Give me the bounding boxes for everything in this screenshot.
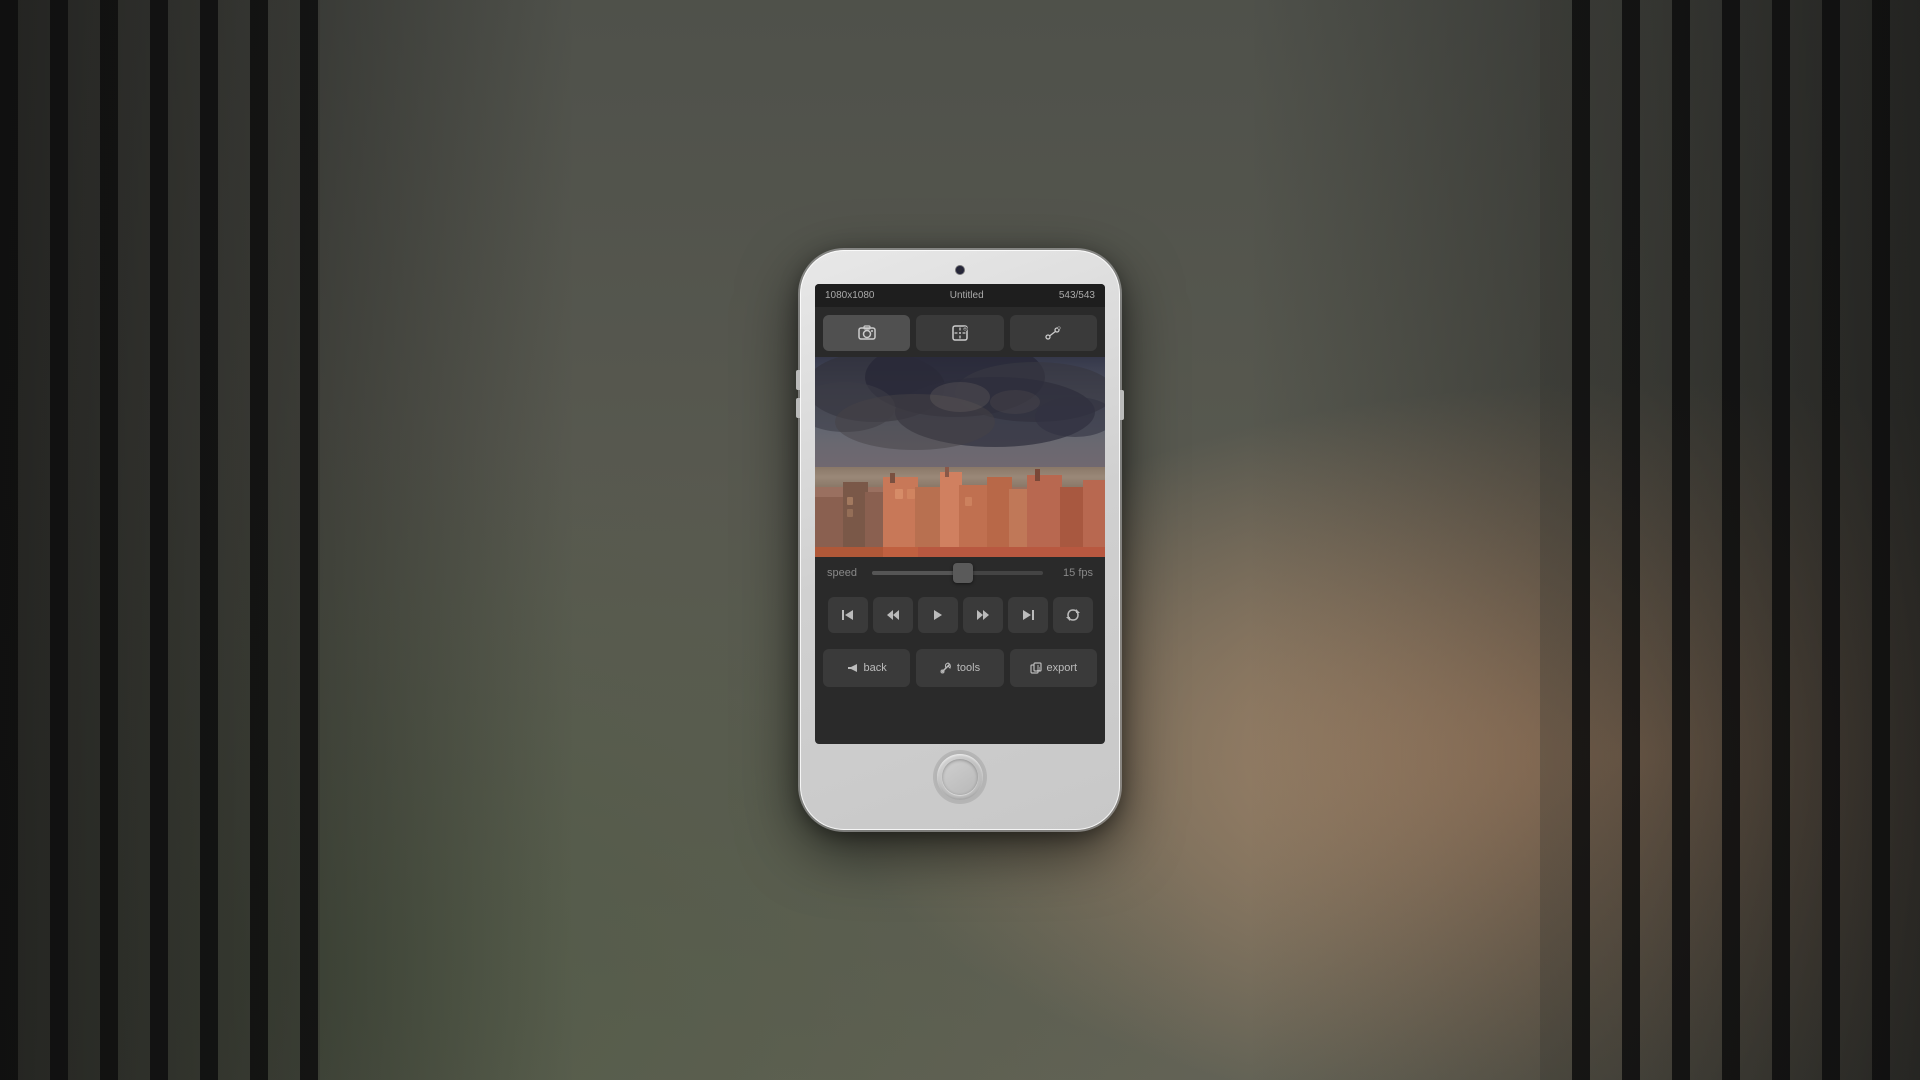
export-button[interactable]: export [1010, 649, 1097, 687]
home-button-inner [942, 759, 978, 795]
volume-up-button [796, 370, 800, 390]
volume-down-button [796, 398, 800, 418]
frame-counter: 543/543 [1059, 290, 1095, 301]
back-button[interactable]: back [823, 649, 910, 687]
tab-frames[interactable] [916, 315, 1003, 351]
power-button [1120, 390, 1124, 420]
phone-screen: 1080x1080 Untitled 543/543 [815, 284, 1105, 744]
skip-back-button[interactable] [828, 597, 868, 633]
tools-button[interactable]: tools [916, 649, 1003, 687]
speed-row: speed 15 fps [815, 557, 1105, 589]
speed-track[interactable] [872, 571, 1043, 575]
rewind-button[interactable] [873, 597, 913, 633]
back-icon [847, 662, 859, 674]
play-button[interactable] [918, 597, 958, 633]
tab-camera[interactable] [823, 315, 910, 351]
fast-forward-button[interactable] [963, 597, 1003, 633]
project-title: Untitled [950, 290, 984, 301]
phone-wrapper: 1080x1080 Untitled 543/543 [800, 250, 1120, 830]
tab-path[interactable] [1010, 315, 1097, 351]
screen-topbar: 1080x1080 Untitled 543/543 [815, 284, 1105, 307]
export-icon [1030, 662, 1042, 674]
loop-button[interactable] [1053, 597, 1093, 633]
transport-row [815, 589, 1105, 641]
export-label: export [1047, 662, 1078, 674]
action-row: back tools [815, 641, 1105, 697]
home-button[interactable] [937, 754, 983, 800]
fence-left [0, 0, 320, 1080]
front-camera [956, 266, 964, 274]
speed-value: 15 fps [1053, 567, 1093, 579]
fence-right [1540, 0, 1920, 1080]
phone-device: 1080x1080 Untitled 543/543 [800, 250, 1120, 830]
tools-icon [940, 662, 952, 674]
city-svg [815, 447, 1105, 557]
tab-row [815, 307, 1105, 357]
tools-label: tools [957, 662, 980, 674]
resolution-label: 1080x1080 [825, 290, 875, 301]
preview-area [815, 357, 1105, 557]
skip-forward-button[interactable] [1008, 597, 1048, 633]
speed-thumb[interactable] [953, 563, 973, 583]
speed-label: speed [827, 567, 862, 579]
back-label: back [864, 662, 887, 674]
